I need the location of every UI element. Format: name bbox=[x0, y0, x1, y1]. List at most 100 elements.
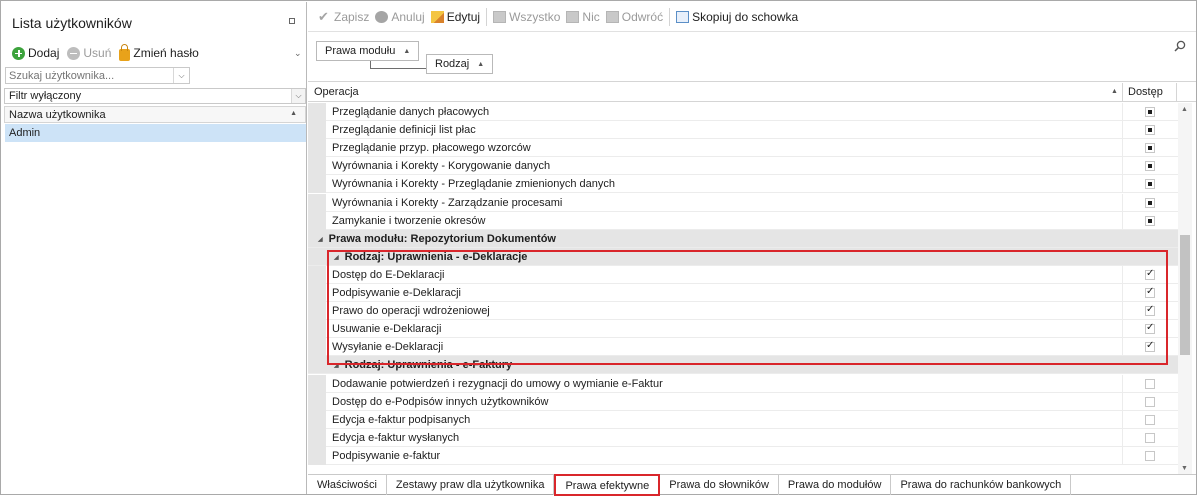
change-password-button[interactable]: Zmień hasło bbox=[119, 43, 199, 61]
group-row-kind[interactable]: ◢ Rodzaj: Uprawnienia - e-Deklaracje bbox=[308, 248, 1178, 266]
access-checkbox[interactable] bbox=[1145, 268, 1155, 280]
group-chip-kind[interactable]: Rodzaj ▲ bbox=[426, 54, 494, 74]
invert-button[interactable]: Odwróć bbox=[605, 10, 663, 24]
table-row[interactable]: Wyrównania i Korekty - Zarządzanie proce… bbox=[308, 194, 1178, 212]
table-row[interactable]: Przeglądanie definicji list płac bbox=[308, 121, 1178, 139]
column-divider bbox=[1122, 447, 1123, 465]
tab-5[interactable]: Prawa do modułów bbox=[779, 475, 892, 495]
group-chip-label: Rodzaj bbox=[435, 58, 470, 70]
chevron-down-icon[interactable]: ⌄ bbox=[294, 48, 302, 59]
column-header-operation[interactable]: Operacja bbox=[314, 86, 359, 98]
column-divider bbox=[1122, 411, 1123, 429]
table-row[interactable]: Dostęp do E-Deklaracji bbox=[308, 266, 1178, 284]
cancel-icon bbox=[375, 10, 389, 23]
group-row-kind[interactable]: ◢ Rodzaj: Uprawnienia - e-Faktury bbox=[308, 356, 1178, 374]
group-indent bbox=[308, 266, 326, 284]
table-row[interactable]: Podpisywanie e-faktur bbox=[308, 447, 1178, 465]
copy-icon bbox=[676, 10, 690, 23]
group-chip-module[interactable]: Prawa modułu ▲ bbox=[316, 41, 420, 61]
access-checkbox[interactable] bbox=[1145, 125, 1155, 135]
table-row[interactable]: Dodawanie potwierdzeń i rezygnacji do um… bbox=[308, 375, 1178, 393]
table-row[interactable]: Usuwanie e-Deklaracji bbox=[308, 320, 1178, 338]
group-indent bbox=[308, 284, 326, 302]
access-checkbox[interactable] bbox=[1145, 379, 1155, 389]
copy-to-clipboard-button[interactable]: Skopiuj do schowka bbox=[676, 10, 798, 24]
edit-button[interactable]: Edytuj bbox=[430, 10, 480, 24]
access-checkbox[interactable] bbox=[1145, 216, 1155, 226]
access-checkbox[interactable] bbox=[1145, 322, 1155, 334]
table-row[interactable]: Wysyłanie e-Deklaracji bbox=[308, 338, 1178, 356]
column-header-access[interactable]: Dostęp bbox=[1128, 86, 1163, 98]
chevron-down-icon[interactable]: ⌵ bbox=[291, 89, 305, 103]
operation-name: Prawo do operacji wdrożeniowej bbox=[332, 305, 490, 317]
scroll-down-icon[interactable]: ▼ bbox=[1181, 465, 1188, 472]
scroll-up-icon[interactable]: ▲ bbox=[1181, 106, 1188, 113]
user-search-field[interactable]: ⌵ bbox=[5, 67, 190, 84]
group-indent bbox=[308, 212, 326, 230]
tab-2[interactable]: Zestawy praw dla użytkownika bbox=[387, 475, 555, 495]
delete-user-button[interactable]: Usuń bbox=[67, 46, 111, 60]
table-row[interactable]: Edycja e-faktur wysłanych bbox=[308, 429, 1178, 447]
operation-name: Edycja e-faktur podpisanych bbox=[332, 414, 471, 426]
pencil-icon bbox=[430, 10, 444, 23]
tab-1[interactable]: Właściwości bbox=[308, 475, 387, 495]
pin-icon[interactable] bbox=[289, 18, 295, 24]
access-checkbox[interactable] bbox=[1145, 107, 1155, 117]
access-checkbox[interactable] bbox=[1145, 451, 1155, 461]
access-checkbox[interactable] bbox=[1145, 397, 1155, 407]
group-indent bbox=[308, 375, 326, 393]
toolbar-separator bbox=[486, 7, 488, 26]
filter-select[interactable]: Filtr wyłączony ⌵ bbox=[4, 88, 306, 104]
collapse-triangle-icon[interactable]: ◢ bbox=[318, 237, 323, 243]
tab-6[interactable]: Prawa do rachunków bankowych bbox=[891, 475, 1072, 495]
access-checkbox[interactable] bbox=[1145, 143, 1155, 153]
collapse-triangle-icon[interactable]: ◢ bbox=[334, 255, 339, 261]
column-divider bbox=[1122, 121, 1123, 139]
select-all-button[interactable]: Wszystko bbox=[493, 10, 560, 24]
access-checkbox[interactable] bbox=[1145, 161, 1155, 171]
access-checkbox[interactable] bbox=[1145, 286, 1155, 298]
access-checkbox[interactable] bbox=[1145, 433, 1155, 443]
cancel-button[interactable]: Anuluj bbox=[375, 10, 425, 24]
group-indent bbox=[308, 411, 326, 429]
list-item[interactable]: Admin bbox=[5, 124, 306, 142]
tab-3[interactable]: Prawa efektywne bbox=[554, 474, 661, 496]
grid-header: Operacja ▲ Dostęp bbox=[308, 83, 1196, 102]
group-row-module[interactable]: ◢ Prawa modułu: Repozytorium Dokumentów bbox=[308, 230, 1178, 248]
table-row[interactable]: Zamykanie i tworzenie okresów bbox=[308, 212, 1178, 230]
access-checkbox[interactable] bbox=[1145, 198, 1155, 208]
access-checkbox[interactable] bbox=[1145, 340, 1155, 352]
table-row[interactable]: Dostęp do e-Podpisów innych użytkowników bbox=[308, 393, 1178, 411]
select-none-button[interactable]: Nic bbox=[566, 10, 600, 24]
scrollbar-thumb[interactable] bbox=[1180, 235, 1190, 355]
tab-4[interactable]: Prawa do słowników bbox=[660, 475, 779, 495]
tab-label: Właściwości bbox=[317, 479, 377, 491]
column-header-username[interactable]: Nazwa użytkownika ▲ bbox=[4, 106, 306, 123]
search-input[interactable] bbox=[6, 68, 166, 83]
collapse-triangle-icon[interactable]: ◢ bbox=[334, 363, 339, 369]
table-row[interactable]: Wyrównania i Korekty - Korygowanie danyc… bbox=[308, 157, 1178, 175]
permissions-grid: Przeglądanie danych płacowych Przeglądani… bbox=[308, 103, 1178, 475]
table-row[interactable]: Przeglądanie danych płacowych bbox=[308, 103, 1178, 121]
access-checkbox[interactable] bbox=[1145, 415, 1155, 425]
chevron-down-icon[interactable]: ⌵ bbox=[173, 68, 189, 83]
add-user-button[interactable]: Dodaj bbox=[12, 46, 59, 60]
save-button[interactable]: ✔ Zapisz bbox=[318, 10, 369, 24]
vertical-scrollbar[interactable]: ▲ ▼ bbox=[1178, 103, 1192, 475]
search-icon[interactable] bbox=[1174, 40, 1186, 52]
group-chip-label: Prawa modułu bbox=[325, 45, 396, 57]
column-divider bbox=[1122, 157, 1123, 175]
operation-name: Wysyłanie e-Deklaracji bbox=[332, 341, 444, 353]
table-row[interactable]: Prawo do operacji wdrożeniowej bbox=[308, 302, 1178, 320]
group-title: Rodzaj: Uprawnienia - e-Deklaracje bbox=[344, 251, 528, 263]
access-checkbox[interactable] bbox=[1145, 179, 1155, 189]
operation-name: Dodawanie potwierdzeń i rezygnacji do um… bbox=[332, 378, 663, 390]
table-row[interactable]: Podpisywanie e-Deklaracji bbox=[308, 284, 1178, 302]
access-checkbox[interactable] bbox=[1145, 304, 1155, 316]
table-row[interactable]: Wyrównania i Korekty - Przeglądanie zmie… bbox=[308, 175, 1178, 193]
table-row[interactable]: Edycja e-faktur podpisanych bbox=[308, 411, 1178, 429]
group-by-panel: Prawa modułu ▲ Rodzaj ▲ bbox=[308, 32, 1196, 82]
table-row[interactable]: Przeglądanie przyp. płacowego wzorców bbox=[308, 139, 1178, 157]
operation-name: Przeglądanie danych płacowych bbox=[332, 106, 490, 118]
sort-asc-icon: ▲ bbox=[403, 47, 411, 55]
